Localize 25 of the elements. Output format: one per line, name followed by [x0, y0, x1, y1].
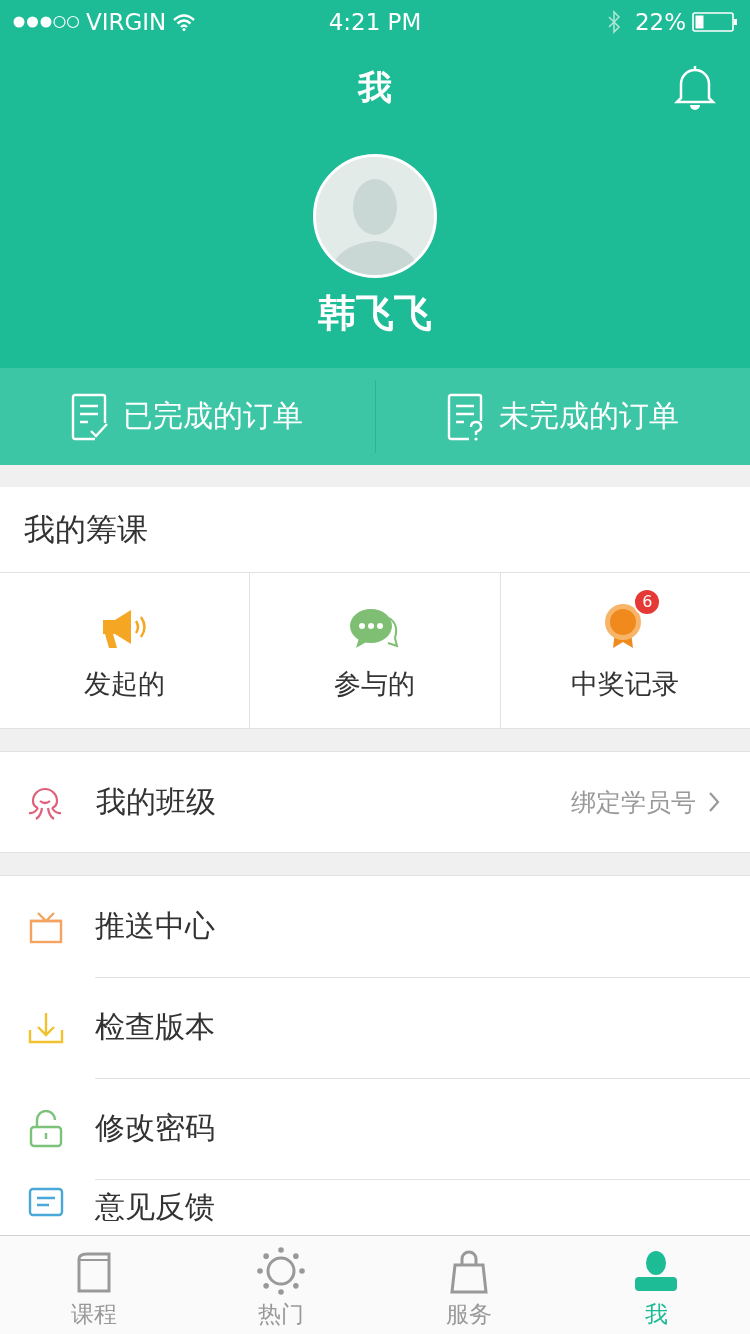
wifi-icon [172, 13, 197, 31]
grid-item[interactable]: 6 中奖记录 [499, 573, 750, 728]
chevron-right-icon [708, 791, 720, 813]
grid-item[interactable]: 参与的 [249, 573, 500, 728]
sun-icon[interactable] [257, 1247, 306, 1295]
grid-item[interactable]: 发起的 [0, 573, 250, 728]
menu-item[interactable]: 推送中心 [95, 905, 215, 947]
row-label[interactable]: 我的班级 [96, 781, 571, 823]
shopping-bag-icon[interactable] [448, 1249, 489, 1295]
battery-percentage: 22% [634, 9, 686, 35]
signal-icon [12, 15, 80, 29]
menu-item[interactable]: 修改密码 [95, 1107, 215, 1149]
question-list-icon [446, 392, 485, 441]
checklist-icon [71, 392, 110, 441]
menu-item[interactable]: 检查版本 [95, 1006, 215, 1048]
battery-icon [692, 12, 738, 32]
section-title: 我的筹课 [0, 487, 750, 573]
padlock-icon [27, 1109, 64, 1148]
page-title: 我 [358, 66, 392, 109]
carrier-name: VIRGIN [86, 9, 167, 35]
menu-item[interactable]: 意见反馈 [95, 1187, 215, 1228]
status-time: 4:21 PM [328, 9, 422, 35]
user-name: 韩飞飞 [318, 290, 432, 337]
count-badge: 6 [633, 587, 662, 616]
bluetooth-icon [606, 10, 621, 34]
